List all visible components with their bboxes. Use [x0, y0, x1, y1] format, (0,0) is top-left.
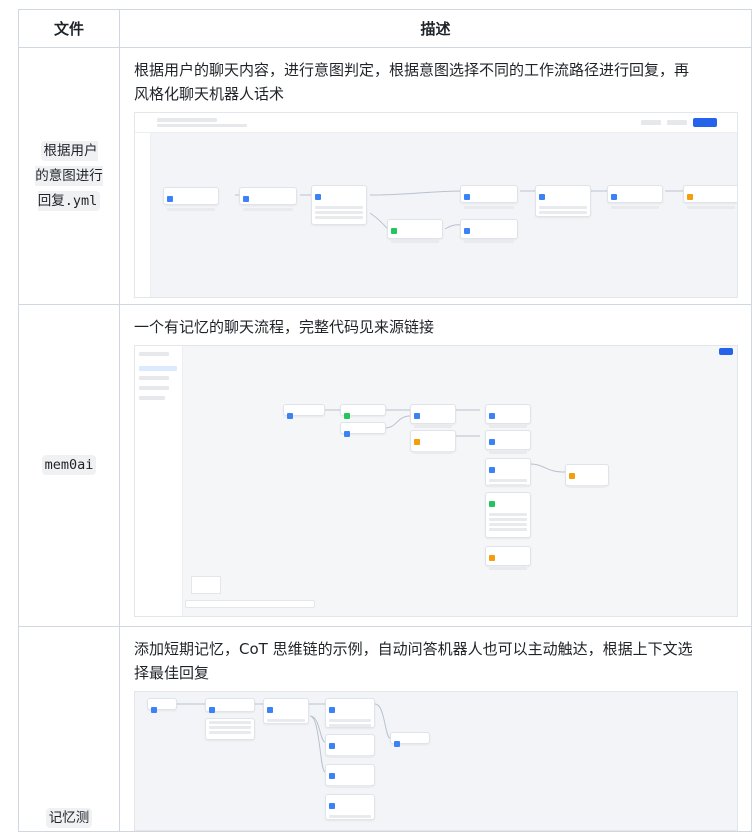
workflow-screenshot: [134, 112, 738, 298]
description-cell: 根据用户的聊天内容，进行意图判定，根据意图选择不同的工作流路径进行回复，再 风格化…: [119, 47, 752, 305]
header-file: 文件: [18, 9, 120, 48]
table-row: mem0ai 一个有记忆的聊天流程，完整代码见来源链接: [18, 304, 752, 627]
file-cell: 根据用户 的意图进行 回复.yml: [18, 47, 120, 305]
description-cell: 一个有记忆的聊天流程，完整代码见来源链接: [119, 304, 752, 627]
workflow-connectors: [325, 409, 566, 473]
workflow-screenshot: [134, 691, 738, 831]
description-text: 一个有记忆的聊天流程，完整代码见来源链接: [134, 318, 435, 336]
description-text: 添加短期记忆，CoT 思维链的示例，自动问答机器人也可以主动触达，根据上下文选择…: [134, 640, 693, 682]
workflow-screenshot: [134, 345, 738, 617]
file-cell: 记忆测: [18, 626, 120, 832]
file-name: 记忆测: [45, 808, 93, 828]
files-table: 文件 描述 根据用户 的意图进行 回复.yml 根据用户的聊天内容，进行意图判定，根…: [18, 9, 752, 832]
file-name: mem0ai: [41, 455, 97, 475]
table-row: 记忆测 添加短期记忆，CoT 思维链的示例，自动问答机器人也可以主动触达，根据上…: [18, 626, 752, 832]
file-name: 根据用户 的意图进行 回复.yml: [35, 140, 103, 211]
file-cell: mem0ai: [18, 304, 120, 627]
description-text: 根据用户的聊天内容，进行意图判定，根据意图选择不同的工作流路径进行回复，再 风格化…: [134, 61, 690, 103]
description-cell: 添加短期记忆，CoT 思维链的示例，自动问答机器人也可以主动触达，根据上下文选择…: [119, 626, 752, 832]
header-description: 描述: [119, 9, 752, 48]
table-row: 根据用户 的意图进行 回复.yml 根据用户的聊天内容，进行意图判定，根据意图选择不…: [18, 47, 752, 305]
